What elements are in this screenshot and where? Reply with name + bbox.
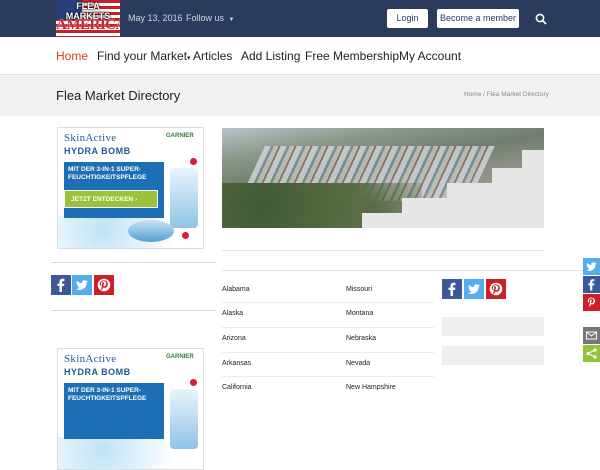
ad-maker-logo: GARNIER (166, 133, 194, 139)
content-divider (222, 250, 544, 251)
logo-text-bottom: AMERICA (56, 17, 120, 33)
state-link-arizona[interactable]: Arizona (222, 335, 246, 342)
caret-down-icon: ▾ (187, 55, 191, 62)
ad-tagline: MIT DER 3-IN-1 SUPER-FEUCHTIGKEITSPFLEGE (68, 166, 147, 181)
ad-berry-icon (190, 379, 197, 386)
facebook-share-button[interactable] (51, 275, 71, 295)
nav-find-your-market[interactable]: Find your Market▾ (97, 49, 191, 63)
floating-facebook-button[interactable] (583, 276, 600, 293)
ad-berry-icon (182, 232, 189, 239)
twitter-share-button[interactable] (464, 279, 484, 299)
row-divider (222, 376, 434, 377)
nav-my-account[interactable]: My Account (399, 49, 461, 63)
facebook-icon (442, 279, 462, 299)
pinterest-share-button[interactable] (486, 279, 506, 299)
nav-find-your-market-label: Find your Market (97, 49, 188, 63)
state-link-alaska[interactable]: Alaska (222, 310, 243, 317)
facebook-share-button[interactable] (442, 279, 462, 299)
state-link-missouri[interactable]: Missouri (346, 286, 372, 293)
floating-share-more-button[interactable] (583, 345, 600, 362)
nav-articles[interactable]: Articles (193, 49, 232, 63)
nav-add-listing[interactable]: Add Listing (241, 49, 300, 63)
floating-twitter-button[interactable] (583, 258, 600, 275)
sidebar-placeholder-box (442, 317, 544, 336)
ad-brand: SkinActive (64, 132, 117, 144)
page-title: Flea Market Directory (56, 88, 181, 103)
state-link-arkansas[interactable]: Arkansas (222, 360, 251, 367)
pinterest-icon (583, 294, 600, 311)
state-link-nebraska[interactable]: Nebraska (346, 335, 376, 342)
state-link-alabama[interactable]: Alabama (222, 286, 250, 293)
state-link-california[interactable]: California (222, 384, 252, 391)
floating-email-button[interactable] (583, 327, 600, 344)
facebook-icon (51, 275, 71, 295)
nav-free-membership[interactable]: Free Membership (305, 49, 399, 63)
pinterest-icon (486, 279, 506, 299)
main-navigation: Home Find your Market▾ Articles Add List… (0, 37, 600, 75)
email-icon (583, 327, 600, 344)
photo-stair-mask (402, 198, 544, 213)
state-link-montana[interactable]: Montana (346, 310, 373, 317)
ad-product-bottle (170, 168, 198, 228)
ad-brand: SkinActive (64, 353, 117, 365)
twitter-icon (72, 275, 92, 295)
follow-us-label: Follow us (186, 13, 225, 23)
photo-stair-mask (447, 183, 544, 198)
content-divider (222, 270, 600, 271)
caret-down-icon: ▼ (228, 17, 235, 23)
sidebar-placeholder-box (442, 346, 544, 365)
ad-tagline: MIT DER 3-IN-1 SUPER-FEUCHTIGKEITSPFLEGE (68, 387, 147, 402)
sidebar-divider (51, 310, 216, 311)
sidebar-ad-2[interactable]: SkinActive HYDRA BOMB GARNIER MIT DER 3-… (57, 348, 204, 470)
pinterest-share-button[interactable] (94, 275, 114, 295)
photo-stair-mask (522, 150, 544, 168)
facebook-icon (583, 276, 600, 293)
share-more-icon (583, 345, 600, 362)
row-divider (222, 327, 434, 328)
twitter-share-button[interactable] (72, 275, 92, 295)
search-icon[interactable] (535, 12, 547, 25)
chevron-right-icon: › (134, 196, 138, 203)
nav-home[interactable]: Home (56, 49, 88, 63)
hero-aerial-photo (222, 128, 544, 228)
ad-cta-button[interactable]: JETZT ENTDECKEN › (64, 190, 158, 208)
row-divider (222, 352, 434, 353)
ad-berry-icon (190, 158, 197, 165)
become-member-button[interactable]: Become a member (437, 9, 519, 28)
login-button[interactable]: Login (387, 9, 428, 28)
sidebar-divider (51, 262, 216, 263)
photo-stair-mask (362, 213, 544, 228)
floating-pinterest-button[interactable] (583, 294, 600, 311)
photo-stair-mask (492, 168, 544, 183)
pinterest-icon (94, 275, 114, 295)
twitter-icon (583, 258, 600, 275)
ad-product: HYDRA BOMB (64, 146, 131, 156)
follow-us-dropdown[interactable]: Follow us ▼ (186, 13, 234, 23)
sidebar-ad[interactable]: SkinActive HYDRA BOMB GARNIER MIT DER 3-… (57, 127, 204, 249)
ad-product-bottle (170, 389, 198, 449)
row-divider (222, 302, 434, 303)
state-link-new-hampshire[interactable]: New Hampshire (346, 384, 396, 391)
ad-product: HYDRA BOMB (64, 367, 131, 377)
state-link-nevada[interactable]: Nevada (346, 360, 370, 367)
current-date: May 13, 2016 (128, 13, 183, 23)
breadcrumb[interactable]: Home / Flea Market Directory (464, 91, 549, 98)
ad-cta-label: JETZT ENTDECKEN (71, 196, 134, 203)
site-logo[interactable]: FLEA MARKETS AMERICA (56, 0, 120, 37)
ad-product-jar (128, 220, 174, 242)
ad-maker-logo: GARNIER (166, 354, 194, 360)
twitter-icon (464, 279, 484, 299)
